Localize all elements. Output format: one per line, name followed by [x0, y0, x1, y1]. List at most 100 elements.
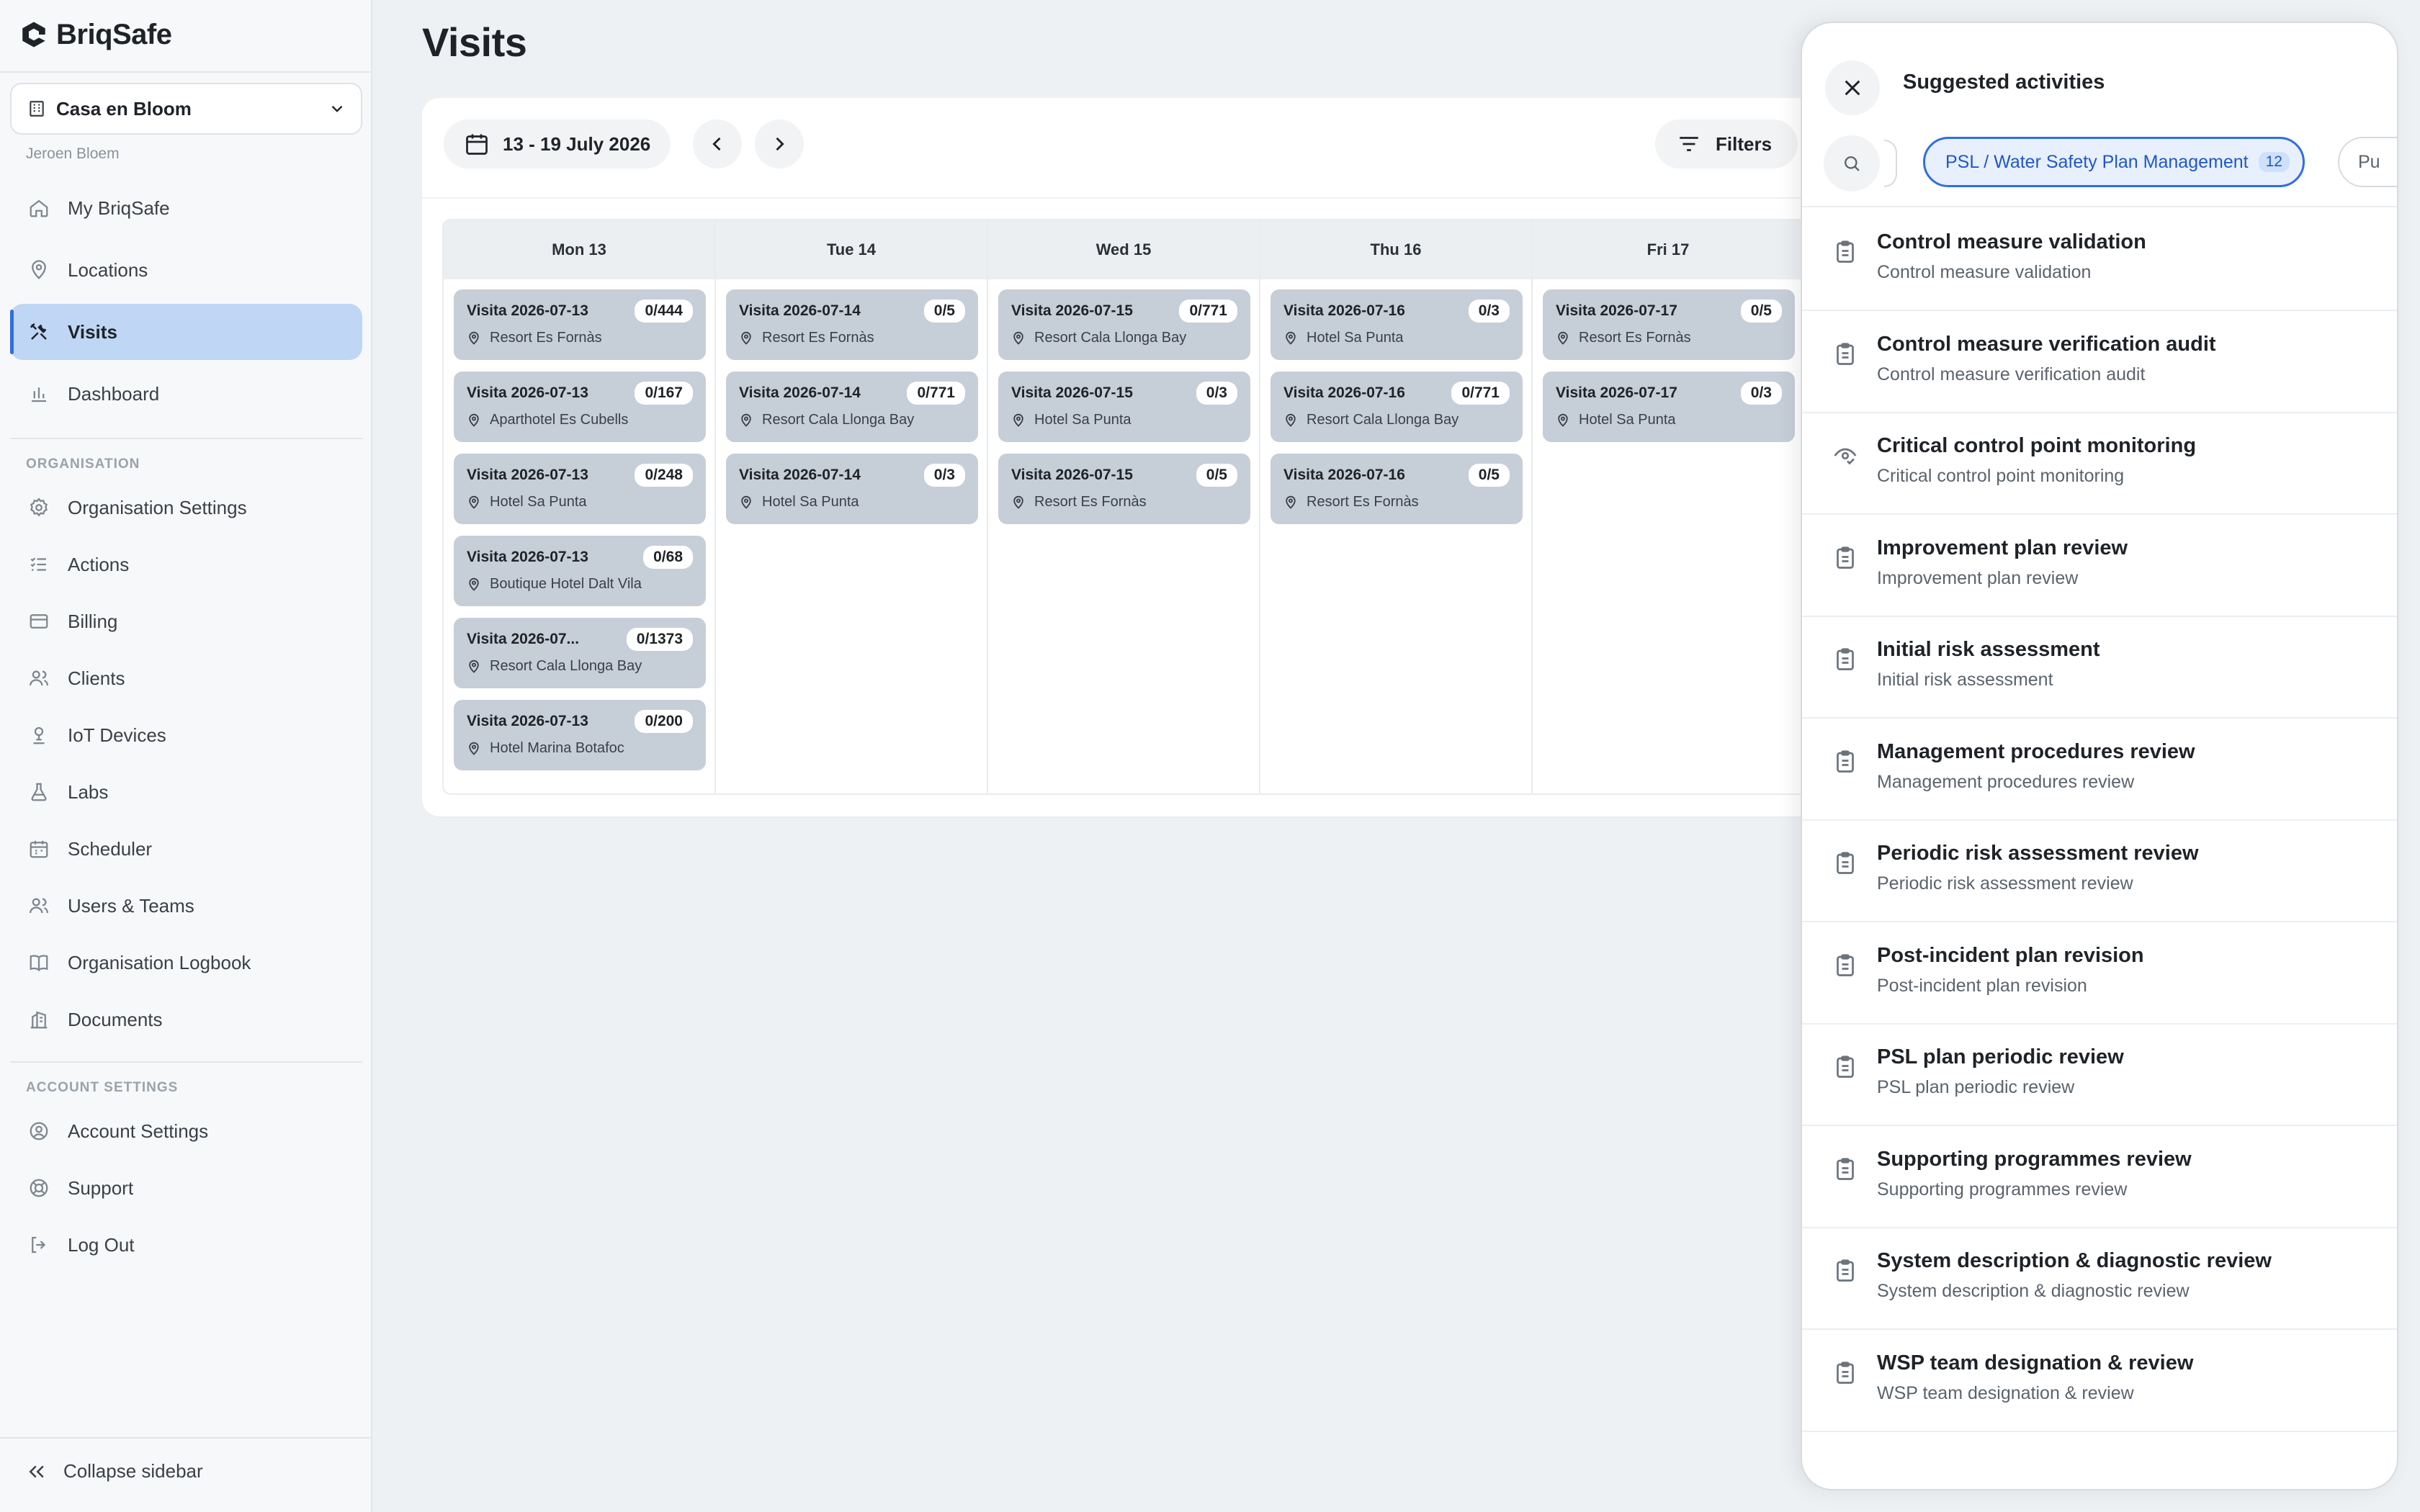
visit-card[interactable]: Visita 2026-07-16 0/771 Resort Cala Llonga… — [1270, 372, 1523, 442]
collapse-sidebar-button[interactable]: Collapse sidebar — [26, 1460, 203, 1482]
visit-card[interactable]: Visita 2026-07-13 0/68 Boutique Hotel Dalt… — [454, 536, 706, 606]
panel-title: Suggested activities — [1903, 71, 2105, 94]
nav-item-organisation-logbook[interactable]: Organisation Logbook — [10, 935, 362, 991]
visit-card[interactable]: Visita 2026-07-13 0/200 Hotel Marina Botaf… — [454, 700, 706, 770]
nav-item-users-teams[interactable]: Users & Teams — [10, 878, 362, 934]
visit-card[interactable]: Visita 2026-07-13 0/248 Hotel Sa Punta — [454, 454, 706, 524]
visit-title: Visita 2026-07-17 — [1556, 302, 1677, 319]
activity-item[interactable]: Management procedures review Management p… — [1802, 719, 2397, 821]
visit-progress-badge: 0/5 — [1740, 300, 1782, 323]
visit-location: Resort Es Fornàs — [762, 330, 874, 346]
map-pin-icon — [1283, 495, 1298, 510]
organisation-switcher[interactable]: Casa en Bloom — [10, 83, 362, 135]
visit-progress-badge: 0/3 — [923, 464, 965, 487]
filters-label: Filters — [1716, 132, 1773, 155]
nav-item-clients[interactable]: Clients — [10, 650, 362, 706]
chevron-left-icon — [707, 134, 727, 154]
visit-card[interactable]: Visita 2026-07-14 0/5 Resort Es Fornàs — [726, 289, 978, 360]
activity-item[interactable]: WSP team designation & review WSP team de… — [1802, 1330, 2397, 1432]
map-pin-icon — [1283, 413, 1298, 428]
brand-logo[interactable]: BriqSafe — [19, 17, 172, 52]
clipboard-icon — [1832, 1054, 1858, 1080]
visit-title: Visita 2026-07-16 — [1283, 384, 1405, 401]
visit-card[interactable]: Visita 2026-07-15 0/5 Resort Es Fornàs — [998, 454, 1250, 524]
activity-title: PSL plan periodic review — [1877, 1045, 2124, 1068]
activity-item[interactable]: Supporting programmes review Supporting p… — [1802, 1126, 2397, 1228]
map-pin-icon — [739, 331, 753, 346]
visit-title: Visita 2026-07-15 — [1011, 467, 1133, 483]
nav-label: Log Out — [68, 1233, 135, 1256]
close-panel-button[interactable] — [1825, 60, 1880, 115]
activity-title: Periodic risk assessment review — [1877, 842, 2199, 865]
nav-item-iot-devices[interactable]: IoT Devices — [10, 707, 362, 763]
activity-subtitle: Periodic risk assessment review — [1877, 873, 2133, 894]
nav-label: Documents — [68, 1008, 163, 1030]
lifebuoy-icon — [26, 1175, 52, 1201]
activity-item[interactable]: Critical control point monitoring Critica… — [1802, 413, 2397, 515]
visit-card[interactable]: Visita 2026-07-17 0/3 Hotel Sa Punta — [1543, 372, 1795, 442]
next-category-pill[interactable]: Pu — [2338, 137, 2397, 187]
nav-label: My BriqSafe — [68, 197, 170, 219]
visit-location: Hotel Sa Punta — [1034, 412, 1131, 428]
date-range-picker[interactable]: 13 - 19 July 2026 — [444, 120, 671, 168]
activity-item[interactable]: Post-incident plan revision Post-incident… — [1802, 922, 2397, 1025]
nav-item-actions[interactable]: Actions — [10, 536, 362, 593]
briqsafe-logo-icon — [19, 19, 49, 50]
nav-item-billing[interactable]: Billing — [10, 593, 362, 649]
eye-check-icon — [1832, 443, 1858, 469]
nav-item-scheduler[interactable]: Scheduler — [10, 821, 362, 877]
visit-card[interactable]: Visita 2026-07-17 0/5 Resort Es Fornàs — [1543, 289, 1795, 360]
visit-card[interactable]: Visita 2026-07-13 0/167 Aparthotel Es Cube… — [454, 372, 706, 442]
divider — [10, 438, 362, 439]
visit-title: Visita 2026-07-15 — [1011, 302, 1133, 319]
activity-item[interactable]: Periodic risk assessment review Periodic … — [1802, 820, 2397, 922]
visit-card[interactable]: Visita 2026-07-14 0/771 Resort Cala Llonga… — [726, 372, 978, 442]
visit-title: Visita 2026-07-13 — [467, 302, 588, 319]
next-week-button[interactable] — [755, 120, 804, 168]
visit-progress-badge: 0/200 — [635, 710, 693, 733]
map-pin-icon — [1556, 413, 1570, 428]
nav-label: Users & Teams — [68, 894, 194, 917]
clipboard-icon — [1832, 1360, 1858, 1386]
activity-item[interactable]: Improvement plan review Improvement plan … — [1802, 515, 2397, 617]
visit-card[interactable]: Visita 2026-07-16 0/5 Resort Es Fornàs — [1270, 454, 1523, 524]
collapse-sidebar-label: Collapse sidebar — [63, 1460, 203, 1482]
nav-item-account-settings[interactable]: Account Settings — [10, 1103, 362, 1159]
day-column: Thu 16 Visita 2026-07-16 0/3 Hotel Sa Punta… — [1260, 220, 1533, 793]
previous-category-pill[interactable] — [1884, 140, 1897, 187]
day-column: Wed 15 Visita 2026-07-15 0/771 Resort Cala … — [988, 220, 1260, 793]
map-pin-icon — [467, 331, 481, 346]
activity-item[interactable]: PSL plan periodic review PSL plan periodi… — [1802, 1024, 2397, 1126]
previous-week-button[interactable] — [693, 120, 742, 168]
visit-card[interactable]: Visita 2026-07-15 0/771 Resort Cala Llonga… — [998, 289, 1250, 360]
visit-card[interactable]: Visita 2026-07-14 0/3 Hotel Sa Punta — [726, 454, 978, 524]
divider — [0, 71, 371, 73]
visit-card[interactable]: Visita 2026-07-15 0/3 Hotel Sa Punta — [998, 372, 1250, 442]
activity-item[interactable]: Control measure validation Control measur… — [1802, 209, 2397, 311]
nav-item-log-out[interactable]: Log Out — [10, 1217, 362, 1273]
visit-location: Resort Cala Llonga Bay — [490, 658, 642, 674]
activity-item[interactable]: System description & diagnostic review Sy… — [1802, 1228, 2397, 1330]
visit-card[interactable]: Visita 2026-07-13 0/444 Resort Es Fornàs — [454, 289, 706, 360]
nav-item-locations[interactable]: Locations — [10, 242, 362, 298]
nav-item-documents[interactable]: Documents — [10, 991, 362, 1048]
visit-card[interactable]: Visita 2026-07-16 0/3 Hotel Sa Punta — [1270, 289, 1523, 360]
nav-item-labs[interactable]: Labs — [10, 764, 362, 820]
nav-item-dashboard[interactable]: Dashboard — [10, 366, 362, 422]
activity-item[interactable]: Initial risk assessment Initial risk asse… — [1802, 616, 2397, 719]
nav-item-visits[interactable]: Visits — [10, 304, 362, 360]
nav-item-my-briqsafe[interactable]: My BriqSafe — [10, 180, 362, 236]
visit-location: Resort Es Fornàs — [1307, 494, 1419, 510]
clipboard-icon — [1832, 953, 1858, 978]
activity-item[interactable]: Control measure verification audit Contro… — [1802, 311, 2397, 413]
nav-item-organisation-settings[interactable]: Organisation Settings — [10, 480, 362, 536]
visit-card[interactable]: Visita 2026-07... 0/1373 Resort Cala Llong… — [454, 618, 706, 688]
nav-item-support[interactable]: Support — [10, 1160, 362, 1216]
search-button[interactable] — [1824, 135, 1880, 192]
visit-progress-badge: 0/5 — [1196, 464, 1237, 487]
filters-button[interactable]: Filters — [1655, 120, 1798, 168]
category-pill-psl-water-safety[interactable]: PSL / Water Safety Plan Management 12 — [1923, 137, 2305, 187]
day-column: Mon 13 Visita 2026-07-13 0/444 Resort Es Fo… — [444, 220, 716, 793]
visit-progress-badge: 0/5 — [1468, 464, 1510, 487]
calendar-icon — [26, 836, 52, 862]
